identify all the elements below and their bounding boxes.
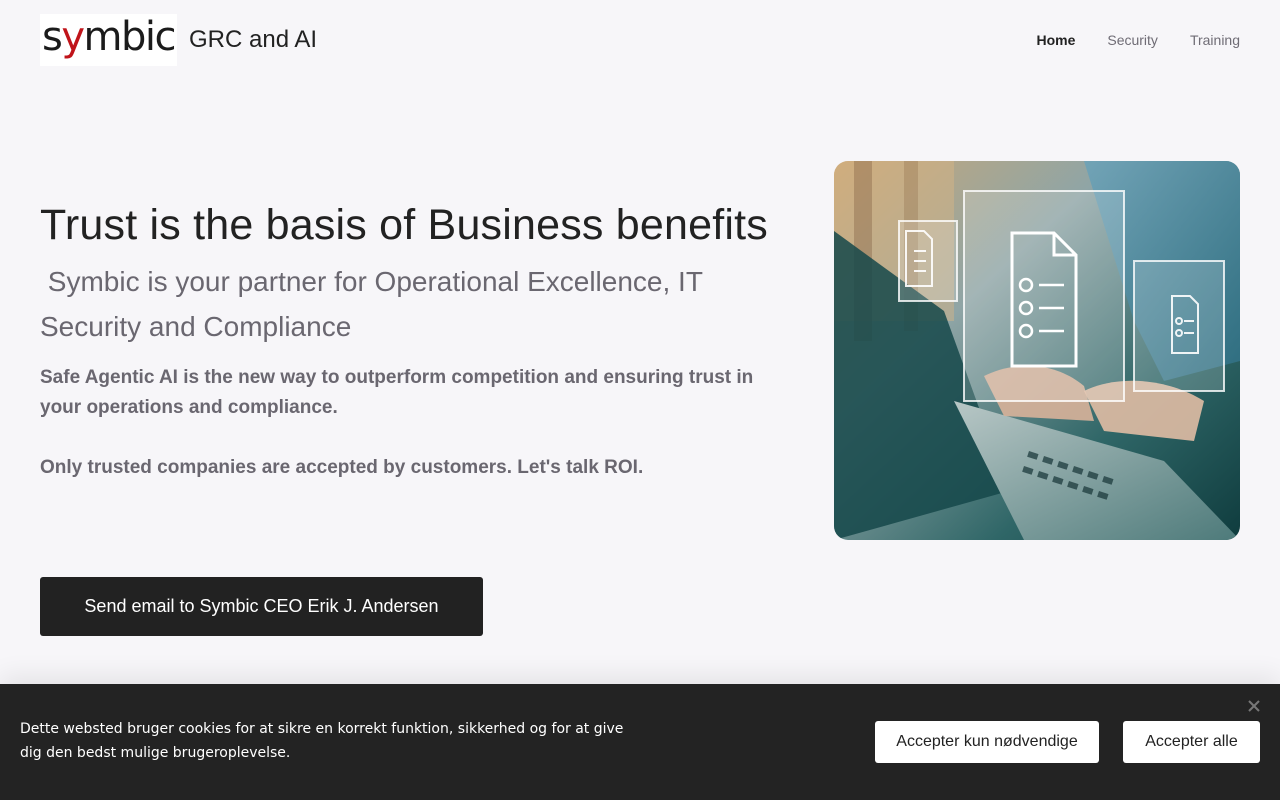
cookie-banner: Dette websted bruger cookies for at sikr…	[0, 684, 1280, 800]
hero-section: Trust is the basis of Business benefits …	[40, 196, 800, 483]
send-email-button[interactable]: Send email to Symbic CEO Erik J. Anderse…	[40, 577, 483, 636]
hero-body-text: Safe Agentic AI is the new way to outper…	[40, 367, 754, 418]
accept-all-button[interactable]: Accepter alle	[1123, 721, 1260, 763]
nav-item-security[interactable]: Security	[1107, 30, 1158, 50]
hero-body-text-2: Only trusted companies are accepted by c…	[40, 457, 644, 478]
nav-item-training[interactable]: Training	[1190, 30, 1240, 50]
symbic-logo[interactable]: symbic	[40, 14, 177, 66]
site-header: symbic GRC and AI Home Security Training	[0, 0, 1280, 80]
nav-item-home[interactable]: Home	[1036, 30, 1075, 50]
close-icon[interactable]	[1246, 698, 1262, 714]
main-nav: Home Security Training	[1036, 30, 1240, 50]
hero-image-laptop-documents	[834, 161, 1240, 540]
hero-subheadline: Symbic is your partner for Operational E…	[40, 266, 711, 342]
site-title[interactable]: GRC and AI	[189, 24, 317, 56]
logo-wordmark: symbic	[42, 14, 176, 60]
accept-necessary-button[interactable]: Accepter kun nødvendige	[875, 721, 1099, 763]
hero-headline: Trust is the basis of Business benefits	[40, 201, 768, 249]
laptop-photo-illustration	[834, 161, 1240, 540]
cookie-banner-text: Dette websted bruger cookies for at sikr…	[20, 721, 624, 761]
